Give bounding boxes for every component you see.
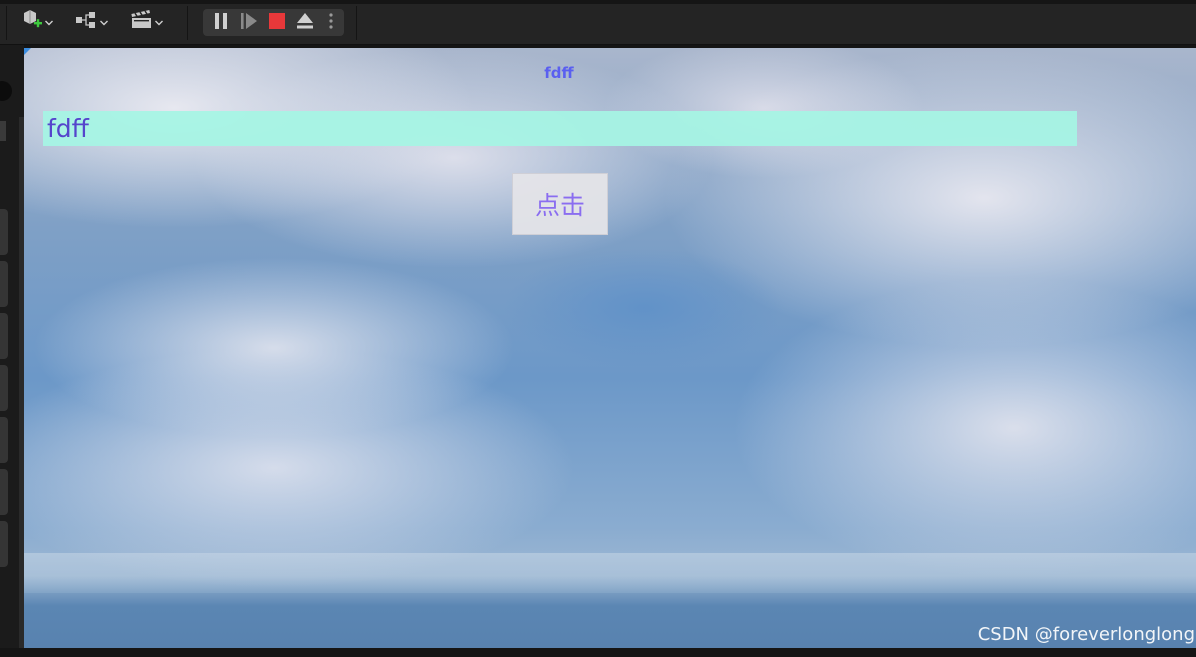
- panel-circle-icon: [0, 81, 12, 101]
- stop-button[interactable]: [265, 9, 289, 36]
- play-controls: [203, 9, 344, 36]
- advance-frame-icon: [240, 12, 258, 34]
- panel-tab[interactable]: [0, 521, 8, 567]
- panel-tab[interactable]: [0, 469, 8, 515]
- editor-toolbar: [0, 0, 1196, 45]
- stop-icon: [269, 12, 285, 33]
- add-actor-button[interactable]: [20, 10, 54, 34]
- panel-tab[interactable]: [0, 313, 8, 359]
- text-input-box[interactable]: [43, 111, 1077, 146]
- chevron-down-icon: [44, 13, 54, 32]
- pause-icon: [213, 12, 229, 34]
- chevron-down-icon: [99, 13, 109, 32]
- add-actor-icon: [20, 8, 44, 36]
- panel-tab[interactable]: [0, 365, 8, 411]
- widget-header-text: fdff: [544, 64, 574, 82]
- toolbar-separator: [356, 6, 357, 40]
- toolbar-separator: [6, 6, 7, 40]
- left-side-panel: [0, 45, 24, 657]
- click-button[interactable]: 点击: [512, 173, 608, 235]
- pause-button[interactable]: [209, 9, 233, 36]
- blueprint-button[interactable]: [75, 10, 109, 34]
- eject-button[interactable]: [293, 9, 317, 36]
- game-viewport[interactable]: fdff 点击: [24, 48, 1196, 648]
- eject-icon: [296, 12, 314, 34]
- more-options-button[interactable]: [323, 9, 339, 36]
- panel-tab[interactable]: [0, 417, 8, 463]
- bottom-border: [0, 648, 1196, 657]
- advance-frame-button[interactable]: [237, 9, 261, 36]
- cinematics-button[interactable]: [130, 10, 164, 34]
- viewport-focus-corner: [24, 48, 31, 55]
- chevron-down-icon: [154, 13, 164, 32]
- panel-handle[interactable]: [0, 121, 6, 141]
- more-options-icon: [328, 12, 334, 34]
- sky-horizon: [24, 553, 1196, 593]
- toolbar-separator: [187, 6, 188, 40]
- toolbar-top-strip: [0, 0, 1196, 4]
- cinematics-icon: [130, 8, 154, 36]
- watermark-text: CSDN @foreverlonglong: [977, 624, 1195, 645]
- blueprint-icon: [75, 8, 99, 36]
- panel-tab[interactable]: [0, 261, 8, 307]
- panel-tab[interactable]: [0, 209, 8, 255]
